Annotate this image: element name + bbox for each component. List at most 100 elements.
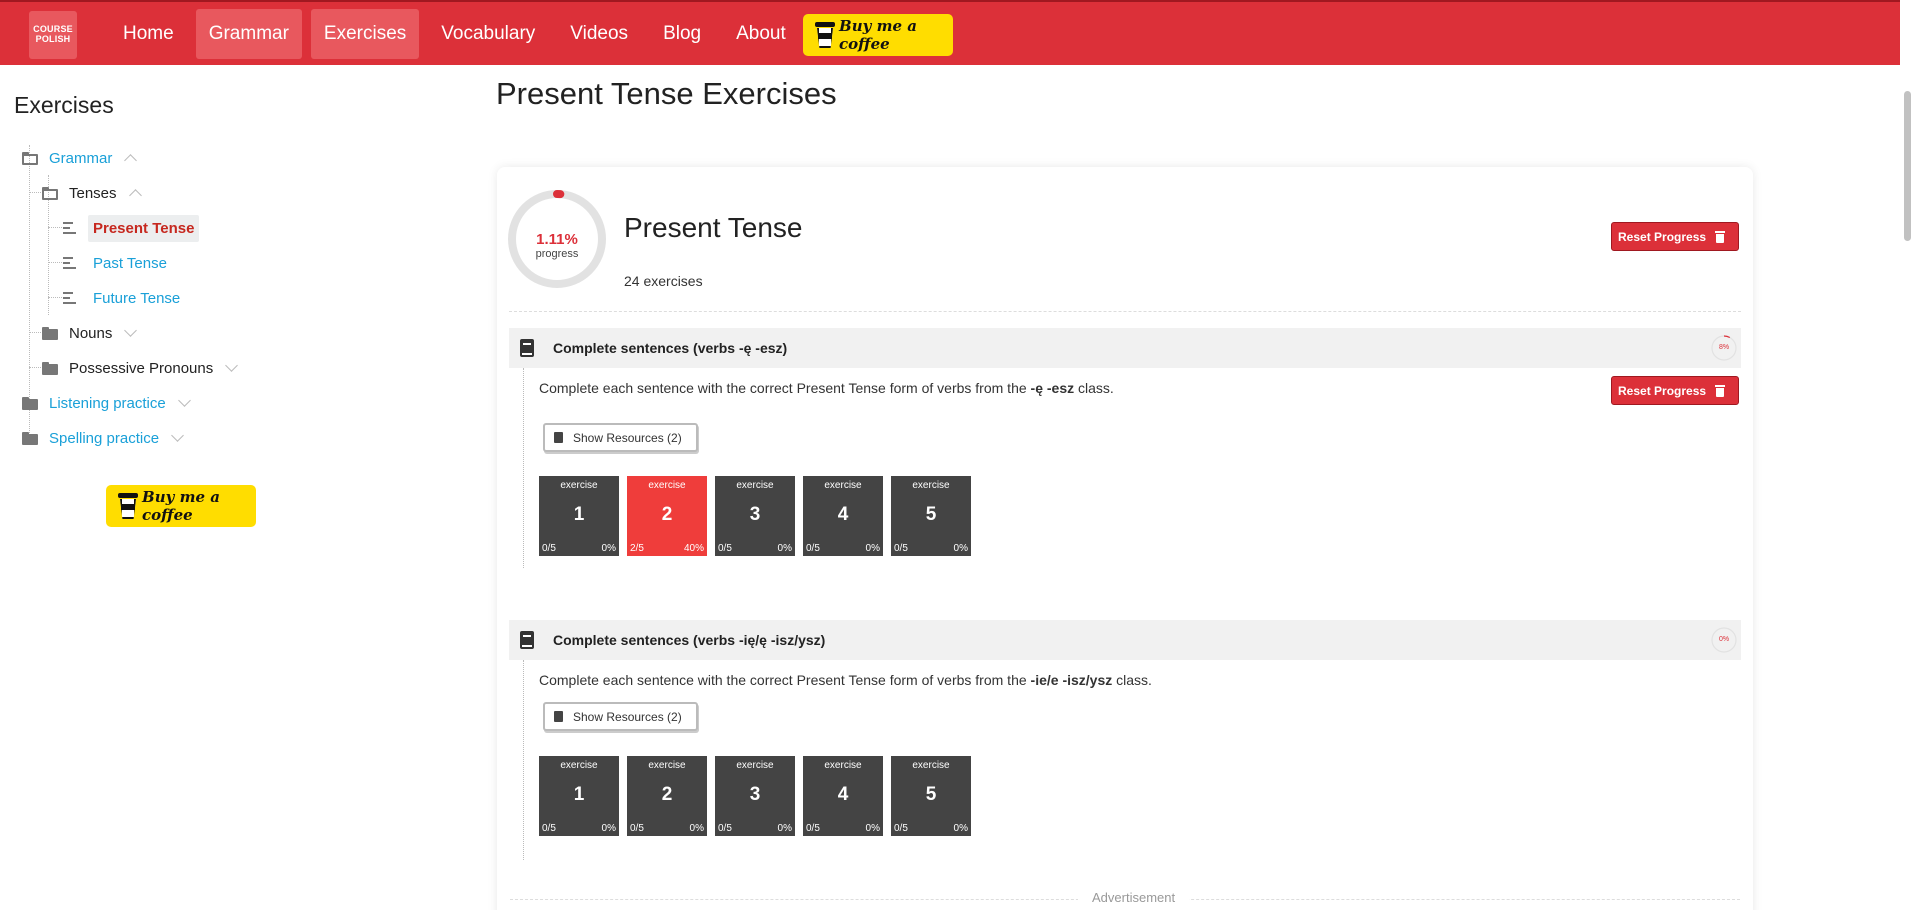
section-progress-percent: 8%	[1718, 344, 1730, 351]
tree-item-possessive-pronouns[interactable]: Possessive Pronouns	[42, 354, 239, 382]
tree-label-possessive-pronouns[interactable]: Possessive Pronouns	[69, 360, 213, 377]
tile-percent: 0%	[777, 543, 792, 554]
tile-percent: 0%	[777, 823, 792, 834]
tile-number: 5	[925, 504, 937, 525]
nav-blog[interactable]: Blog	[650, 9, 714, 59]
folder-open-icon	[22, 151, 39, 165]
exercise-tile[interactable]: exercise 3 0/5 0%	[715, 756, 795, 836]
tree-item-future-tense[interactable]: Future Tense	[63, 284, 180, 312]
reset-progress-label: Reset Progress	[1618, 383, 1707, 398]
reset-progress-button[interactable]: Reset Progress	[1611, 222, 1739, 251]
tree-guide	[29, 332, 41, 333]
tree-item-nouns[interactable]: Nouns	[42, 319, 138, 347]
exercise-tile[interactable]: exercise 1 0/5 0%	[539, 476, 619, 556]
lesson-icon	[63, 257, 76, 269]
nav-about[interactable]: About	[723, 9, 799, 59]
book-icon	[520, 631, 534, 649]
exercise-tile[interactable]: exercise 2 2/5 40%	[627, 476, 707, 556]
tile-percent: 0%	[865, 543, 880, 554]
section-header[interactable]: Complete sentences (verbs -ię/ę -isz/ysz…	[509, 620, 1741, 660]
tile-score: 0/5	[718, 543, 732, 554]
tile-number: 1	[573, 784, 585, 805]
tile-number: 3	[749, 784, 761, 805]
chevron-down-icon[interactable]	[124, 324, 138, 337]
exercise-tile[interactable]: exercise 5 0/5 0%	[891, 756, 971, 836]
tile-label: exercise	[736, 760, 774, 771]
lesson-icon	[63, 292, 76, 304]
tile-percent: 0%	[601, 823, 616, 834]
exercise-tile[interactable]: exercise 4 0/5 0%	[803, 756, 883, 836]
show-resources-button[interactable]: Show Resources (2)	[543, 702, 698, 731]
tree-item-present-tense[interactable]: Present Tense	[63, 214, 200, 242]
show-resources-label: Show Resources (2)	[573, 430, 682, 445]
chevron-up-icon[interactable]	[124, 154, 138, 167]
tile-number: 4	[837, 784, 849, 805]
chevron-up-icon[interactable]	[128, 189, 142, 202]
tree-item-spelling-practice[interactable]: Spelling practice	[22, 424, 184, 452]
folder-open-icon	[42, 186, 59, 200]
tile-label: exercise	[824, 480, 862, 491]
exercise-tile[interactable]: exercise 5 0/5 0%	[891, 476, 971, 556]
tree-label-past-tense[interactable]: Past Tense	[88, 255, 167, 272]
folder-icon	[22, 396, 39, 410]
tree-guide	[29, 192, 41, 193]
tile-label: exercise	[824, 760, 862, 771]
nav-videos[interactable]: Videos	[557, 9, 641, 59]
exercise-card: 1.11% progress Present Tense 24 exercise…	[497, 167, 1753, 910]
tile-score: 2/5	[630, 543, 644, 554]
page-scrollbar[interactable]	[1900, 65, 1917, 910]
exercise-tiles: exercise 1 0/5 0% exercise 2 0/5 0% exer…	[539, 756, 979, 836]
show-resources-button[interactable]: Show Resources (2)	[543, 423, 698, 452]
page-title: Present Tense Exercises	[496, 76, 837, 111]
nav-vocabulary[interactable]: Vocabulary	[428, 9, 548, 59]
sidebar-buy-coffee-button[interactable]: Buy me a coffee	[106, 485, 256, 527]
tile-score: 0/5	[894, 543, 908, 554]
tile-percent: 0%	[953, 543, 968, 554]
tree-label-listening-practice[interactable]: Listening practice	[49, 395, 166, 412]
exercise-tile[interactable]: exercise 3 0/5 0%	[715, 476, 795, 556]
tree-label-present-tense[interactable]: Present Tense	[88, 214, 200, 242]
chevron-down-icon[interactable]	[225, 359, 239, 372]
nav-home[interactable]: Home	[110, 9, 187, 59]
section-reset-progress-button[interactable]: Reset Progress	[1611, 376, 1739, 405]
section-guide	[523, 660, 524, 860]
tile-score: 0/5	[894, 823, 908, 834]
tile-number: 5	[925, 784, 937, 805]
tile-score: 0/5	[806, 543, 820, 554]
lesson-icon	[63, 222, 76, 234]
tree-label-spelling-practice[interactable]: Spelling practice	[49, 430, 159, 447]
tree-item-grammar[interactable]: Grammar	[22, 144, 138, 172]
tile-score: 0/5	[542, 543, 556, 554]
tree-label-tenses[interactable]: Tenses	[69, 185, 117, 202]
tree-label-nouns[interactable]: Nouns	[69, 325, 112, 342]
nav-grammar[interactable]: Grammar	[195, 9, 302, 59]
exercise-tile[interactable]: exercise 1 0/5 0%	[539, 756, 619, 836]
folder-icon	[42, 361, 59, 375]
section-header[interactable]: Complete sentences (verbs -ę -esz) 8%	[509, 328, 1741, 368]
tile-percent: 0%	[865, 823, 880, 834]
site-logo[interactable]: COURSE POLISH	[29, 11, 77, 59]
tile-number: 1	[573, 504, 585, 525]
section-title: Complete sentences (verbs -ię/ę -isz/ysz…	[553, 632, 826, 648]
tile-label: exercise	[560, 480, 598, 491]
tree-item-tenses[interactable]: Tenses	[42, 179, 142, 207]
tree-guide	[48, 227, 62, 228]
book-icon	[554, 711, 563, 722]
exercise-tile[interactable]: exercise 2 0/5 0%	[627, 756, 707, 836]
tree-label-future-tense[interactable]: Future Tense	[88, 290, 180, 307]
tree-item-listening-practice[interactable]: Listening practice	[22, 389, 191, 417]
buy-coffee-button[interactable]: Buy me a coffee	[803, 14, 953, 56]
tile-score: 0/5	[718, 823, 732, 834]
tree-label-grammar[interactable]: Grammar	[49, 150, 112, 167]
scrollbar-thumb[interactable]	[1904, 91, 1911, 241]
chevron-down-icon[interactable]	[171, 429, 184, 442]
advertisement-label: Advertisement	[1078, 890, 1190, 905]
tile-label: exercise	[560, 760, 598, 771]
exercise-tile[interactable]: exercise 4 0/5 0%	[803, 476, 883, 556]
coffee-cup-icon	[118, 493, 138, 519]
card-title: Present Tense	[624, 212, 803, 243]
chevron-down-icon[interactable]	[177, 394, 191, 407]
nav-exercises[interactable]: Exercises	[310, 9, 420, 59]
tree-guide	[48, 297, 62, 298]
tree-item-past-tense[interactable]: Past Tense	[63, 249, 167, 277]
